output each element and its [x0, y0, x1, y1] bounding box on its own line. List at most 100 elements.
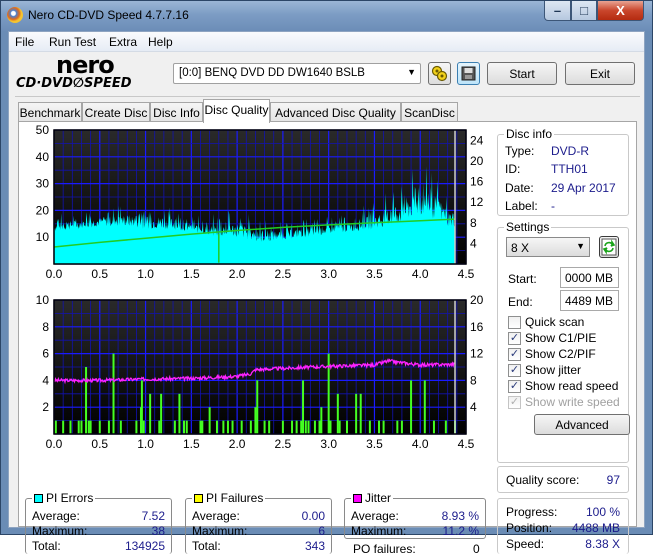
pi-errors-swatch: [34, 494, 43, 503]
drive-select[interactable]: [0:0] BENQ DVD DD DW1640 BSLB ▼: [173, 63, 421, 84]
end-mb-label: End:: [508, 295, 533, 309]
title-bar[interactable]: Nero CD-DVD Speed 4.7.7.16 – □ X: [1, 1, 652, 31]
pi-failure-bar: [400, 420, 403, 434]
show-jitter-checkbox[interactable]: ✓: [508, 364, 521, 377]
x-tick-label: 4.5: [458, 437, 475, 451]
maximize-button[interactable]: □: [571, 1, 597, 21]
id-label: ID:: [505, 162, 521, 176]
id-value: TTH01: [551, 162, 588, 176]
y-left-tick-label: 20: [36, 203, 50, 217]
pi-failure-bar: [304, 420, 307, 434]
pi-failure-bar: [226, 420, 229, 434]
pi-failure-bar: [77, 420, 80, 434]
save-icon: [461, 66, 476, 81]
x-tick-label: 2.5: [275, 437, 292, 451]
pi-failures-maximum-value: 6: [318, 524, 325, 538]
tab-benchmark[interactable]: Benchmark: [18, 102, 82, 122]
advanced-button[interactable]: Advanced: [534, 414, 630, 435]
tab-advanced-disc-quality[interactable]: Advanced Disc Quality: [270, 102, 401, 122]
pi-failures-total-value: 343: [304, 539, 325, 553]
menu-file[interactable]: File: [15, 35, 34, 49]
progress-value: 100 %: [585, 505, 620, 519]
pi-failure-bar: [338, 420, 341, 434]
pi-failure-bar: [208, 407, 211, 434]
pi-failure-bar: [320, 407, 323, 434]
refresh-speed-button[interactable]: [599, 236, 619, 258]
app-window: Nero CD-DVD Speed 4.7.7.16 – □ X File Ru…: [0, 0, 653, 556]
label-value: -: [551, 199, 555, 213]
x-tick-label: 4.0: [412, 267, 429, 281]
menu-run-test[interactable]: Run Test: [49, 35, 96, 49]
drive-config-button[interactable]: [428, 62, 451, 85]
pi-failure-bar: [263, 420, 266, 434]
pi-failure-bar: [231, 420, 234, 434]
show-read-speed-checkbox[interactable]: ✓: [508, 380, 521, 393]
y-left-tick-label: 6: [42, 347, 49, 361]
tab-disc-info[interactable]: Disc Info: [150, 102, 203, 122]
quality-score-label: Quality score:: [506, 473, 580, 487]
jitter-average-value: 8.93 %: [441, 509, 479, 523]
start-button[interactable]: Start: [487, 62, 557, 85]
pi-failure-bar: [119, 420, 122, 434]
x-tick-label: 3.0: [320, 437, 337, 451]
menu-help[interactable]: Help: [148, 35, 173, 49]
y-left-tick-label: 40: [36, 150, 50, 164]
y-left-tick-label: 2: [42, 400, 49, 414]
refresh-icon: [601, 238, 617, 256]
y-right-tick-label: 8: [470, 373, 477, 387]
tab-create-disc[interactable]: Create Disc: [82, 102, 150, 122]
quick-scan-checkbox[interactable]: [508, 316, 521, 329]
close-button[interactable]: X: [597, 1, 644, 21]
show-c1-pie-checkbox[interactable]: ✓: [508, 332, 521, 345]
exit-button[interactable]: Exit: [565, 62, 635, 85]
pi-failure-bar: [295, 420, 298, 434]
x-tick-label: 4.0: [412, 437, 429, 451]
minimize-button[interactable]: –: [544, 1, 571, 21]
pi-failure-bar: [89, 420, 92, 434]
start-mb-value: 0000 MB: [565, 271, 614, 285]
jitter-average-label: Average:: [351, 509, 399, 523]
tab-scandisc[interactable]: ScanDisc: [401, 102, 458, 122]
end-mb-input[interactable]: 4489 MB: [560, 290, 619, 311]
pi-failure-bar: [382, 420, 385, 434]
pi-failure-bar: [98, 420, 101, 434]
x-tick-label: 1.5: [183, 437, 200, 451]
pi-failure-bar: [173, 420, 176, 434]
start-mb-label: Start:: [508, 272, 537, 286]
pi-failures-maximum-label: Maximum:: [192, 524, 248, 538]
disc-quality-panel: 0.0 0.5 1.0 1.5 2.0 2.5 3.0 3.5 4.0 4.5 10 20 30 40 50…: [18, 121, 637, 556]
start-mb-input[interactable]: 0000 MB: [560, 267, 619, 288]
show-c2-pif-checkbox[interactable]: ✓: [508, 348, 521, 361]
y-right-tick-label: 8: [470, 216, 477, 230]
pi-failure-bar: [336, 393, 339, 434]
save-button[interactable]: [457, 62, 480, 85]
date-label: Date:: [505, 181, 534, 195]
y-right-tick-label: 12: [470, 195, 484, 209]
pi-failure-bar: [54, 420, 57, 434]
tab-disc-quality[interactable]: Disc Quality: [203, 99, 270, 123]
pi-failures-total-label: Total:: [192, 539, 221, 553]
pi-failure-bar: [142, 420, 145, 434]
pi-errors-maximum-value: 38: [151, 524, 165, 538]
drive-config-icon: [431, 65, 448, 82]
speed-select[interactable]: 8 X ▼: [506, 237, 590, 257]
pi-failure-bar: [199, 420, 202, 434]
jitter-title: Jitter: [351, 491, 394, 505]
quality-score-group: Quality score: 97: [497, 466, 629, 493]
pi-errors-chart: 0.0 0.5 1.0 1.5 2.0 2.5 3.0 3.5 4.0 4.5 10 20 30 40 50…: [36, 123, 484, 281]
jitter-maximum-value: 11.2 %: [442, 524, 479, 538]
pi-failure-bar: [215, 420, 218, 434]
po-failures-label: PO failures:: [353, 542, 416, 556]
x-tick-label: 2.5: [275, 267, 292, 281]
pi-failure-bar: [140, 380, 143, 434]
pi-failure-bar: [69, 420, 72, 434]
pi-failure-bar: [135, 420, 138, 434]
jitter-swatch: [353, 494, 362, 503]
y-right-tick-label: 16: [470, 320, 484, 334]
pi-failure-bar: [183, 420, 186, 434]
start-label: Start: [509, 67, 535, 81]
menu-extra[interactable]: Extra: [109, 35, 137, 49]
progress-label: Progress:: [506, 505, 558, 519]
y-right-tick-label: 24: [470, 133, 484, 147]
y-left-tick-label: 10: [36, 293, 50, 307]
